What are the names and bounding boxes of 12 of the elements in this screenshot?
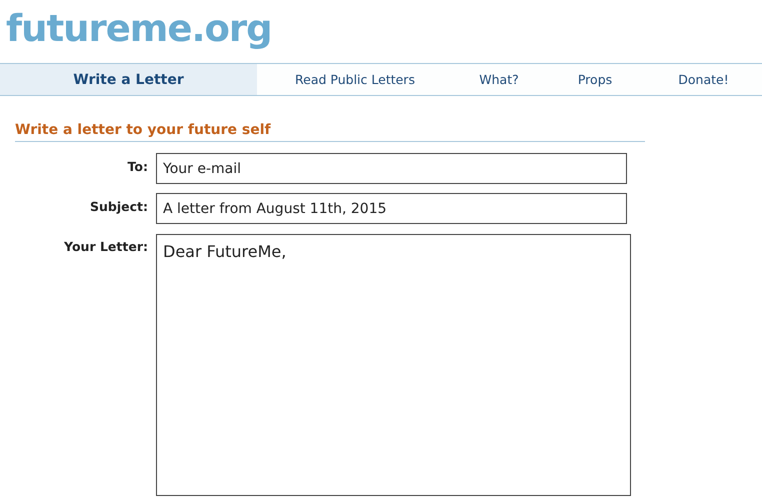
field-label: Subject: [89,198,149,214]
nav-tab[interactable]: Write a Letter [0,64,257,95]
nav-tab[interactable]: What? [453,64,545,95]
nav-tab[interactable]: Donate! [645,64,762,95]
input-field[interactable]: A letter from August 11th, 2015 [156,193,627,224]
letter-field[interactable]: Dear FutureMe, [156,234,631,496]
field-label: Your Letter: [63,238,149,254]
field-label: To: [126,158,149,174]
form-heading: Write a letter to your future self [15,122,645,142]
nav-tab[interactable]: Read Public Letters [257,64,453,95]
input-field[interactable]: Your e-mail [156,153,627,184]
nav-tab[interactable]: Props [545,64,645,95]
